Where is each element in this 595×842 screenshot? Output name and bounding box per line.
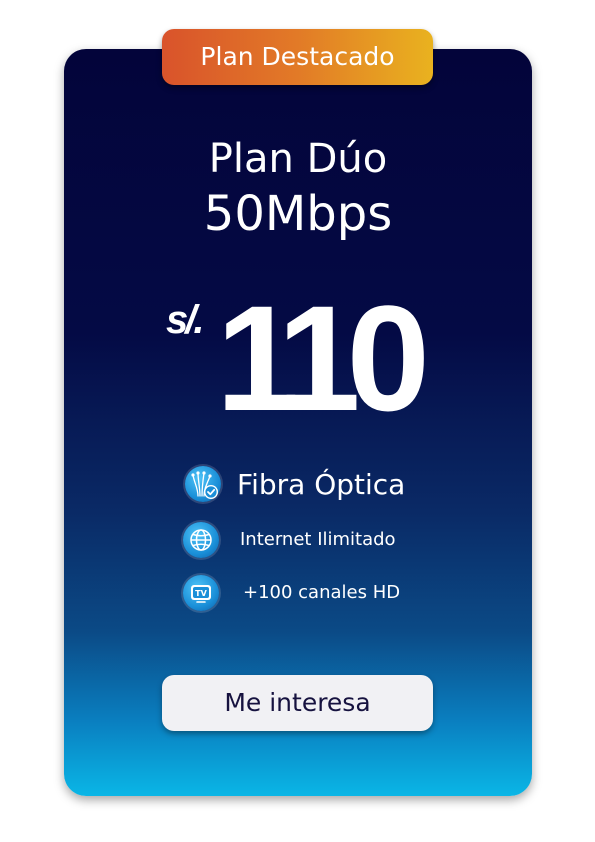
feature-label-fiber: Fibra Óptica	[237, 468, 406, 501]
price-amount: 110	[216, 274, 430, 442]
svg-text:TV: TV	[195, 589, 207, 598]
price-currency: s/.	[166, 298, 205, 342]
tv-icon: TV	[183, 575, 219, 611]
plan-speed: 50Mbps	[203, 186, 393, 242]
globe-icon	[183, 522, 219, 558]
plan-card-stage: Plan Destacado Plan Dúo 50Mbps s/. 110 F…	[0, 0, 595, 842]
me-interesa-button[interactable]: Me interesa	[162, 675, 433, 731]
featured-badge: Plan Destacado	[162, 29, 433, 85]
fiber-optic-icon	[185, 466, 221, 502]
plan-name: Plan Dúo	[208, 136, 388, 182]
feature-label-tv: +100 canales HD	[243, 582, 401, 603]
feature-label-internet: Internet Ilimitado	[240, 529, 396, 550]
